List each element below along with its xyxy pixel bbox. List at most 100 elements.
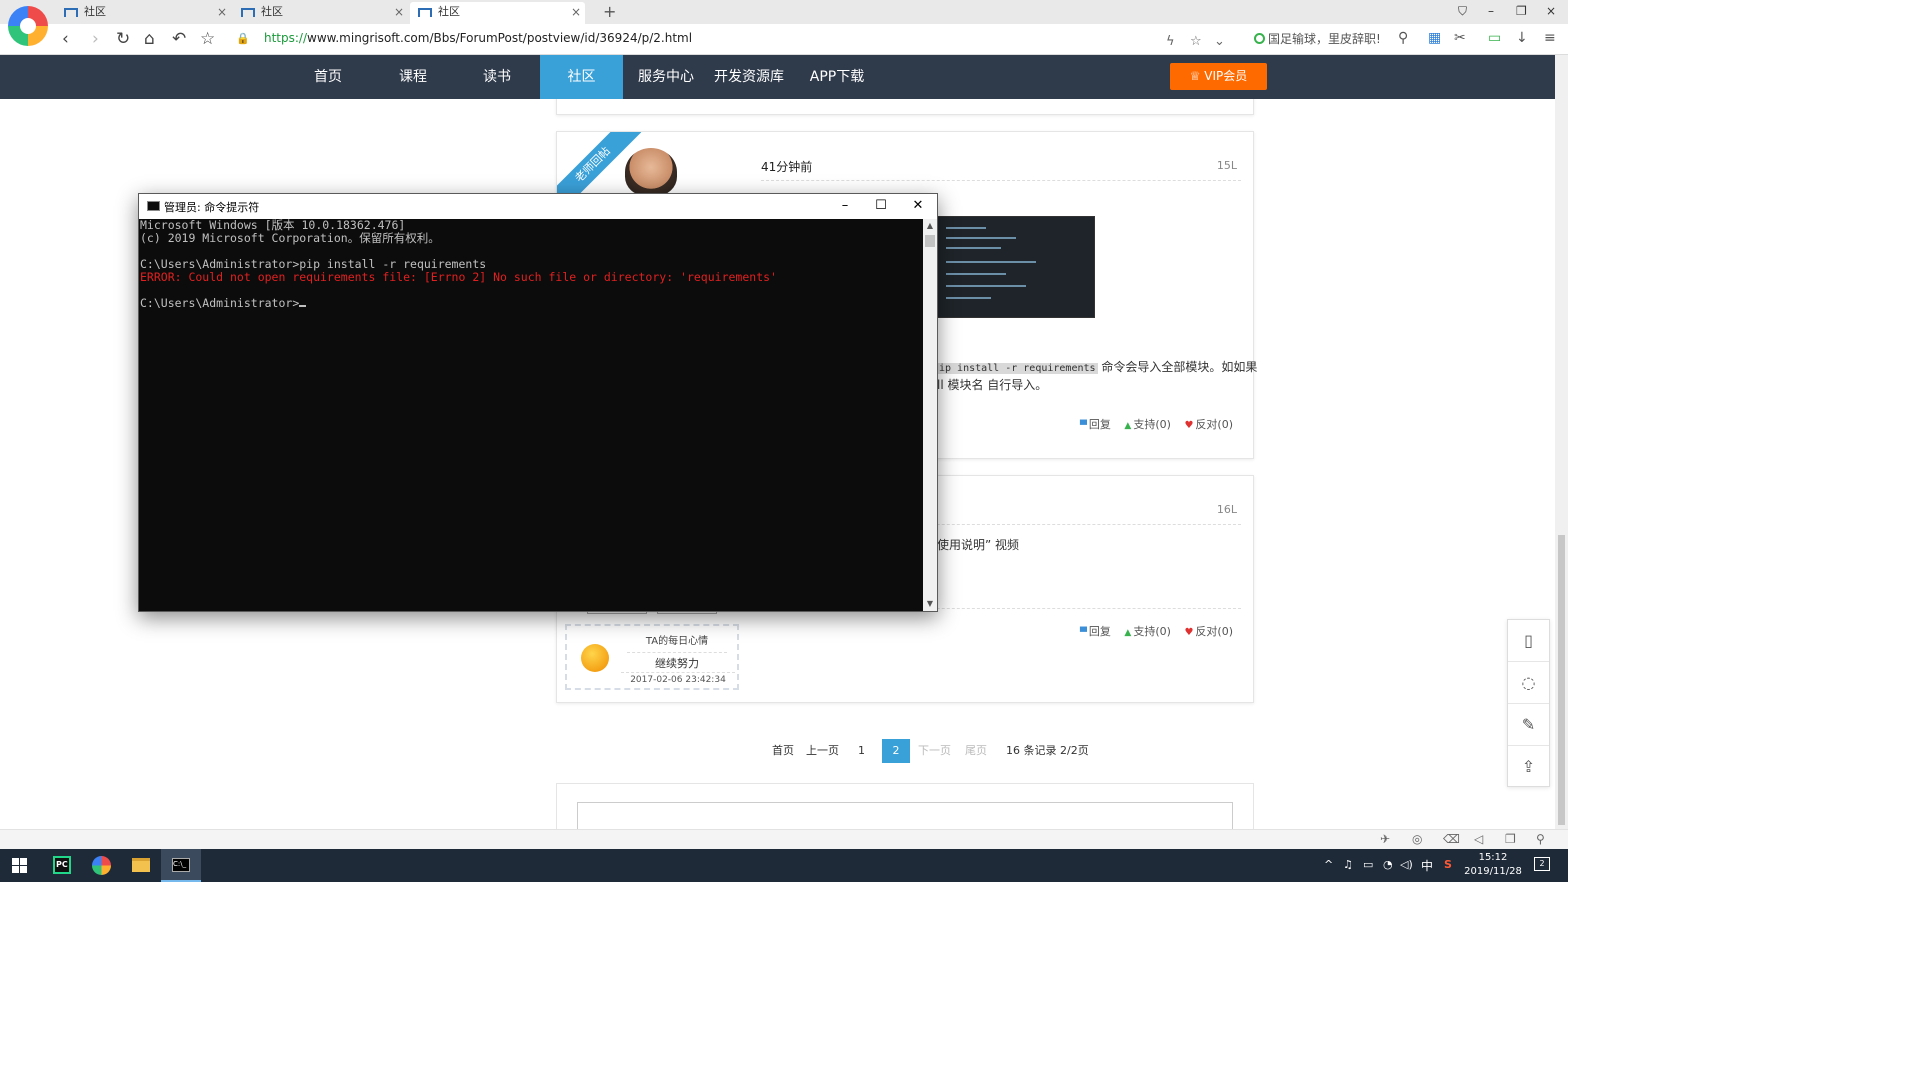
cmd-minimize-button[interactable]: – bbox=[827, 196, 863, 216]
reply-button[interactable]: 回复 bbox=[1080, 625, 1111, 638]
taskbar-cmd[interactable]: C:\_ bbox=[161, 849, 201, 882]
home-button[interactable]: ⌂ bbox=[144, 29, 155, 49]
url-dropdown-icon[interactable]: ⌄ bbox=[1214, 34, 1225, 49]
tray-ime-indicator[interactable]: 中 bbox=[1421, 857, 1433, 874]
reload-button[interactable]: ↻ bbox=[116, 29, 130, 49]
tab-close-icon[interactable]: × bbox=[571, 2, 581, 22]
pager-prev[interactable]: 上一页 bbox=[806, 739, 839, 763]
security-icon[interactable]: ◎ bbox=[1412, 832, 1422, 846]
text-cursor bbox=[299, 305, 307, 307]
floor-number: 15L bbox=[1216, 159, 1237, 172]
menu-icon[interactable]: ≡ bbox=[1544, 30, 1556, 46]
download-icon[interactable]: ↓ bbox=[1516, 30, 1528, 46]
pager-current[interactable]: 2 bbox=[882, 739, 910, 763]
post-time: 41分钟前 bbox=[761, 160, 813, 174]
window-minimize-button[interactable]: – bbox=[1488, 4, 1494, 18]
page-scrollbar[interactable] bbox=[1555, 55, 1568, 829]
screenshot-scissors-icon[interactable]: ✂ bbox=[1454, 30, 1466, 46]
tray-volume-icon[interactable]: ◁) bbox=[1400, 858, 1413, 871]
cmd-scrollbar-thumb[interactable] bbox=[925, 235, 935, 247]
scrollbar-thumb[interactable] bbox=[1558, 535, 1565, 825]
nav-item-courses[interactable]: 课程 bbox=[385, 55, 441, 99]
tab-close-icon[interactable]: × bbox=[217, 2, 227, 22]
window-mode-icon[interactable]: ❐ bbox=[1505, 832, 1516, 846]
url-input[interactable]: 🔒 https://www.mingrisoft.com/Bbs/ForumPo… bbox=[228, 28, 1238, 50]
feedback-edit-icon[interactable]: ✎ bbox=[1508, 704, 1549, 746]
nav-item-community[interactable]: 社区 bbox=[540, 55, 623, 99]
taskbar-pycharm[interactable]: PC bbox=[41, 849, 81, 882]
speed-mode-icon[interactable]: ϟ bbox=[1166, 34, 1175, 49]
qq-icon[interactable]: ◌ bbox=[1508, 662, 1549, 704]
pager-first[interactable]: 首页 bbox=[772, 739, 794, 763]
command-prompt-window[interactable]: 管理员: 命令提示符 – ☐ ✕ Microsoft Windows [版本 1… bbox=[138, 193, 938, 612]
tshirt-skin-icon[interactable]: ⛉ bbox=[1458, 4, 1467, 19]
nav-item-home[interactable]: 首页 bbox=[300, 55, 356, 99]
avatar[interactable] bbox=[625, 148, 677, 196]
tab-close-icon[interactable]: × bbox=[394, 2, 404, 22]
search-icon[interactable]: ⚲ bbox=[1398, 30, 1408, 46]
tray-clock[interactable]: 15:12 2019/11/28 bbox=[1462, 851, 1524, 879]
browser-logo-icon[interactable] bbox=[8, 6, 48, 46]
browser-tab-1[interactable]: 社区 × bbox=[56, 2, 231, 24]
sound-icon[interactable]: ◁ bbox=[1474, 832, 1483, 846]
search-input[interactable]: 国足输球，里皮辞职! bbox=[1254, 30, 1414, 50]
reply-button[interactable]: 回复 bbox=[1080, 418, 1111, 431]
window-close-button[interactable]: × bbox=[1546, 4, 1556, 18]
scroll-down-arrow-icon[interactable]: ▼ bbox=[923, 597, 937, 611]
mobile-icon[interactable]: ▯ bbox=[1508, 620, 1549, 662]
tab-label: 社区 bbox=[261, 5, 283, 18]
reply-editor-card bbox=[556, 783, 1254, 829]
back-button[interactable]: ‹ bbox=[62, 29, 69, 49]
cmd-title-bar[interactable]: 管理员: 命令提示符 – ☐ ✕ bbox=[139, 194, 937, 219]
cmd-maximize-button[interactable]: ☐ bbox=[863, 196, 899, 216]
nav-item-app-download[interactable]: APP下载 bbox=[804, 55, 870, 99]
cmd-icon: C:\_ bbox=[172, 858, 190, 872]
browser-tab-2[interactable]: 社区 × bbox=[233, 2, 408, 24]
zoom-icon[interactable]: ⚲ bbox=[1536, 832, 1545, 846]
post-screenshot-image[interactable] bbox=[937, 216, 1095, 318]
undo-close-button[interactable]: ↶ bbox=[172, 29, 186, 49]
reply-textarea[interactable] bbox=[577, 802, 1233, 829]
back-to-top-icon[interactable]: ⇪ bbox=[1508, 746, 1549, 788]
support-button[interactable]: 支持(0) bbox=[1124, 625, 1171, 638]
battery-icon[interactable]: ▭ bbox=[1488, 30, 1501, 46]
tray-sogou-icon[interactable]: S bbox=[1444, 858, 1452, 871]
bookmark-star-button[interactable]: ☆ bbox=[200, 29, 215, 49]
post-actions: 回复 支持(0) 反对(0) bbox=[1070, 623, 1233, 639]
pycharm-icon: PC bbox=[53, 856, 71, 874]
scroll-up-arrow-icon[interactable]: ▲ bbox=[923, 219, 937, 233]
new-tab-button[interactable]: + bbox=[603, 2, 616, 21]
nav-item-service[interactable]: 服务中心 bbox=[633, 55, 699, 99]
pager-page-1[interactable]: 1 bbox=[858, 739, 865, 763]
site-favicon-icon bbox=[64, 8, 78, 17]
tray-expand-chevron-icon[interactable]: ^ bbox=[1324, 858, 1333, 871]
console-output[interactable]: Microsoft Windows [版本 10.0.18362.476] (c)… bbox=[140, 219, 922, 611]
secure-lock-icon: 🔒 bbox=[236, 32, 250, 45]
vip-button[interactable]: ♕ VIP会员 bbox=[1170, 63, 1267, 90]
browser-tab-3-active[interactable]: 社区 × bbox=[410, 2, 585, 24]
window-restore-button[interactable]: ❐ bbox=[1516, 4, 1527, 18]
tray-wifi-icon[interactable]: ◔ bbox=[1383, 858, 1393, 871]
action-center-icon[interactable]: 2 bbox=[1534, 857, 1550, 871]
start-button[interactable] bbox=[0, 849, 40, 882]
oppose-button[interactable]: 反对(0) bbox=[1184, 625, 1233, 638]
tray-qq-icon[interactable]: ♫ bbox=[1343, 858, 1353, 871]
cmd-close-button[interactable]: ✕ bbox=[900, 196, 936, 216]
cmd-scrollbar[interactable]: ▲ ▼ bbox=[923, 219, 937, 611]
forward-button[interactable]: › bbox=[92, 29, 99, 49]
cmd-window-title: 管理员: 命令提示符 bbox=[164, 201, 260, 214]
nav-item-dev-resources[interactable]: 开发资源库 bbox=[710, 55, 788, 99]
oppose-button[interactable]: 反对(0) bbox=[1184, 418, 1233, 431]
accelerate-icon[interactable]: ✈ bbox=[1380, 832, 1390, 846]
tray-battery-icon[interactable]: ▭ bbox=[1363, 858, 1373, 871]
taskbar-file-explorer[interactable] bbox=[121, 849, 161, 882]
clear-trash-icon[interactable]: ⌫ bbox=[1443, 832, 1460, 846]
windows-taskbar: PC C:\_ ^ ♫ ▭ ◔ ◁) 中 S 15:12 2019/11/28 … bbox=[0, 849, 1568, 882]
taskbar-360-browser[interactable] bbox=[81, 849, 121, 882]
support-button[interactable]: 支持(0) bbox=[1124, 418, 1171, 431]
windows-logo-icon bbox=[12, 858, 27, 873]
apps-grid-icon[interactable]: ▦ bbox=[1428, 30, 1441, 46]
vip-label: VIP会员 bbox=[1204, 69, 1248, 83]
nav-item-books[interactable]: 读书 bbox=[469, 55, 525, 99]
favorite-star-icon[interactable]: ☆ bbox=[1190, 34, 1202, 49]
